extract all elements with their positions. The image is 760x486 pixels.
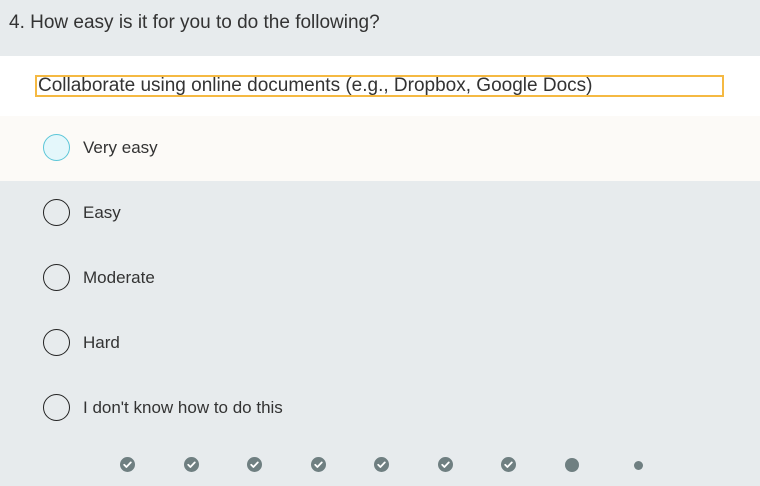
option-label[interactable]: Very easy (83, 138, 158, 158)
check-circle-icon[interactable] (184, 457, 199, 472)
option-dont-know[interactable]: I don't know how to do this (0, 376, 760, 441)
check-circle-icon[interactable] (501, 457, 516, 472)
radio-button[interactable] (43, 199, 70, 226)
subquestion-band: Collaborate using online documents (e.g.… (0, 56, 760, 116)
option-very-easy[interactable]: Very easy (0, 116, 760, 181)
option-hard[interactable]: Hard (0, 311, 760, 376)
option-label[interactable]: I don't know how to do this (83, 398, 283, 418)
option-moderate[interactable]: Moderate (0, 246, 760, 311)
radio-button[interactable] (43, 264, 70, 291)
radio-button[interactable] (43, 329, 70, 356)
option-easy[interactable]: Easy (0, 181, 760, 246)
check-circle-icon[interactable] (120, 457, 135, 472)
radio-button[interactable] (43, 134, 70, 161)
small-dot-icon[interactable] (634, 461, 643, 470)
question-title: 4. How easy is it for you to do the foll… (9, 12, 380, 33)
progress-indicator (0, 456, 760, 474)
option-label[interactable]: Moderate (83, 268, 155, 288)
check-circle-icon[interactable] (374, 457, 389, 472)
check-circle-icon[interactable] (438, 457, 453, 472)
option-label[interactable]: Hard (83, 333, 120, 353)
filled-dot-icon[interactable] (565, 458, 579, 472)
subquestion-label: Collaborate using online documents (e.g.… (35, 75, 724, 97)
check-circle-icon[interactable] (311, 457, 326, 472)
option-label[interactable]: Easy (83, 203, 121, 223)
radio-button[interactable] (43, 394, 70, 421)
check-circle-icon[interactable] (247, 457, 262, 472)
